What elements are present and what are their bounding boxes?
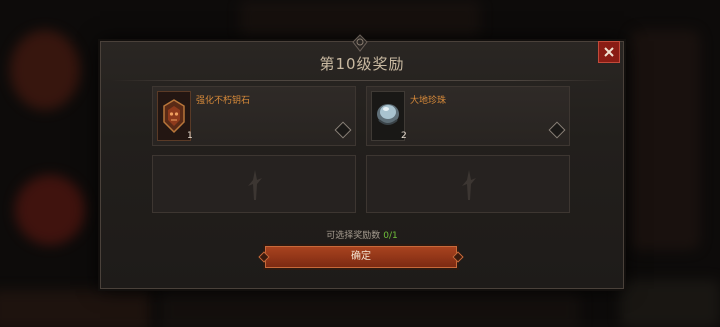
ornament-icon — [352, 34, 368, 52]
divider — [111, 80, 613, 81]
reward-dialog: 第10级奖励 强化不朽钥石 1 大地珍珠 2 可选择奖励数 0/1 确定 — [100, 34, 624, 289]
selection-counter: 可选择奖励数 0/1 — [101, 228, 623, 241]
dagger-placeholder-icon — [462, 170, 476, 200]
select-checkbox[interactable] — [334, 121, 352, 139]
empty-reward-slot — [152, 155, 356, 213]
empty-reward-slot — [366, 155, 570, 213]
reward-name: 强化不朽钥石 — [196, 96, 251, 106]
confirm-button[interactable]: 确定 — [265, 246, 457, 268]
reward-slot-pearl[interactable]: 大地珍珠 2 — [366, 86, 570, 146]
reward-slot-keystone[interactable]: 强化不朽钥石 1 — [152, 86, 356, 146]
dialog-title: 第10级奖励 — [319, 55, 405, 73]
reward-name: 大地珍珠 — [410, 96, 447, 106]
close-icon — [604, 47, 614, 57]
select-checkbox[interactable] — [548, 121, 566, 139]
reward-count: 1 — [187, 131, 193, 141]
counter-value: 0/1 — [383, 231, 398, 241]
dagger-placeholder-icon — [248, 170, 262, 200]
keystone-icon — [157, 91, 191, 141]
pearl-icon — [371, 91, 405, 141]
counter-label: 可选择奖励数 — [326, 231, 381, 241]
close-button[interactable] — [598, 41, 620, 63]
reward-count: 2 — [401, 131, 407, 141]
